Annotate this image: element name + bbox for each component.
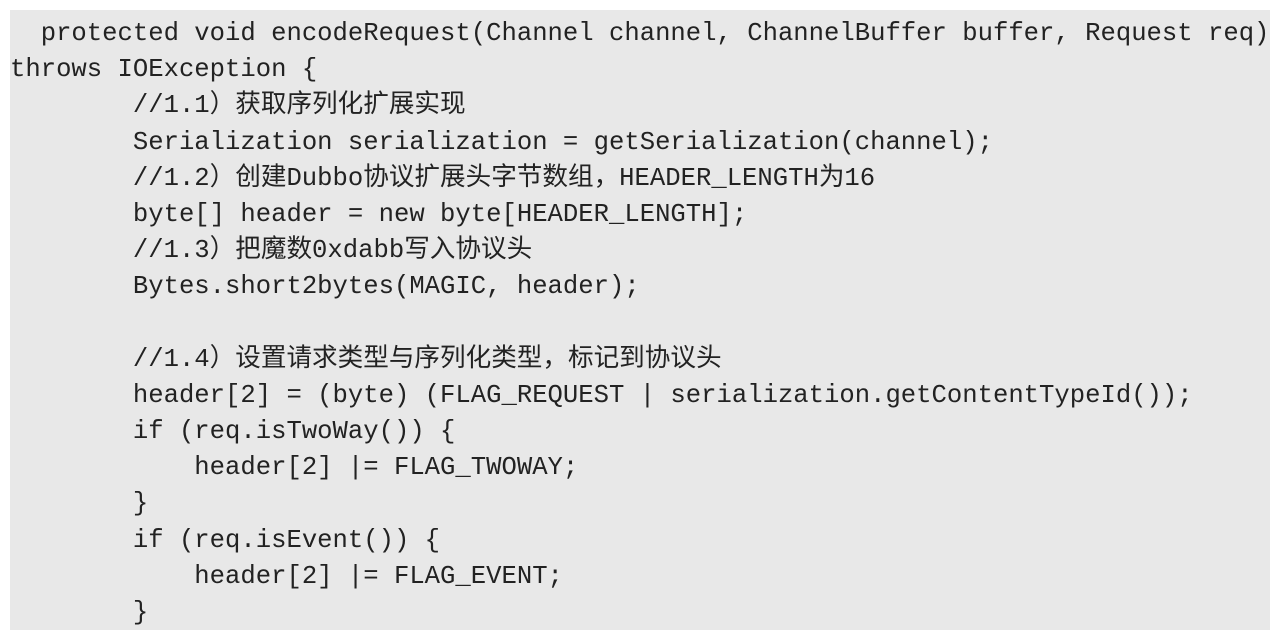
code-line: if (req.isEvent()) { [10, 525, 441, 555]
code-line: } [10, 598, 149, 627]
code-line: header[2] = (byte) (FLAG_REQUEST | seria… [10, 380, 1193, 410]
code-comment: //1.2）创建Dubbo协议扩展头字节数组，HEADER_LENGTH为16 [10, 163, 876, 193]
code-line: throws IOException { [10, 55, 318, 85]
code-line: Bytes.short2bytes(MAGIC, header); [10, 272, 640, 302]
code-line: byte[] header = new byte[HEADER_LENGTH]; [10, 199, 748, 229]
code-line: } [10, 489, 149, 519]
code-comment: //1.3）把魔数0xdabb写入协议头 [10, 236, 533, 266]
code-line: Serialization serialization = getSeriali… [10, 127, 993, 157]
code-block: protected void encodeRequest(Channel cha… [10, 10, 1270, 630]
code-line: header[2] |= FLAG_TWOWAY; [10, 453, 579, 483]
code-line: protected void encodeRequest(Channel cha… [10, 19, 1270, 48]
code-line: if (req.isTwoWay()) { [10, 417, 456, 447]
code-comment: //1.4）设置请求类型与序列化类型，标记到协议头 [10, 344, 722, 374]
code-comment: //1.1）获取序列化扩展实现 [10, 91, 466, 121]
code-line: header[2] |= FLAG_EVENT; [10, 561, 563, 591]
